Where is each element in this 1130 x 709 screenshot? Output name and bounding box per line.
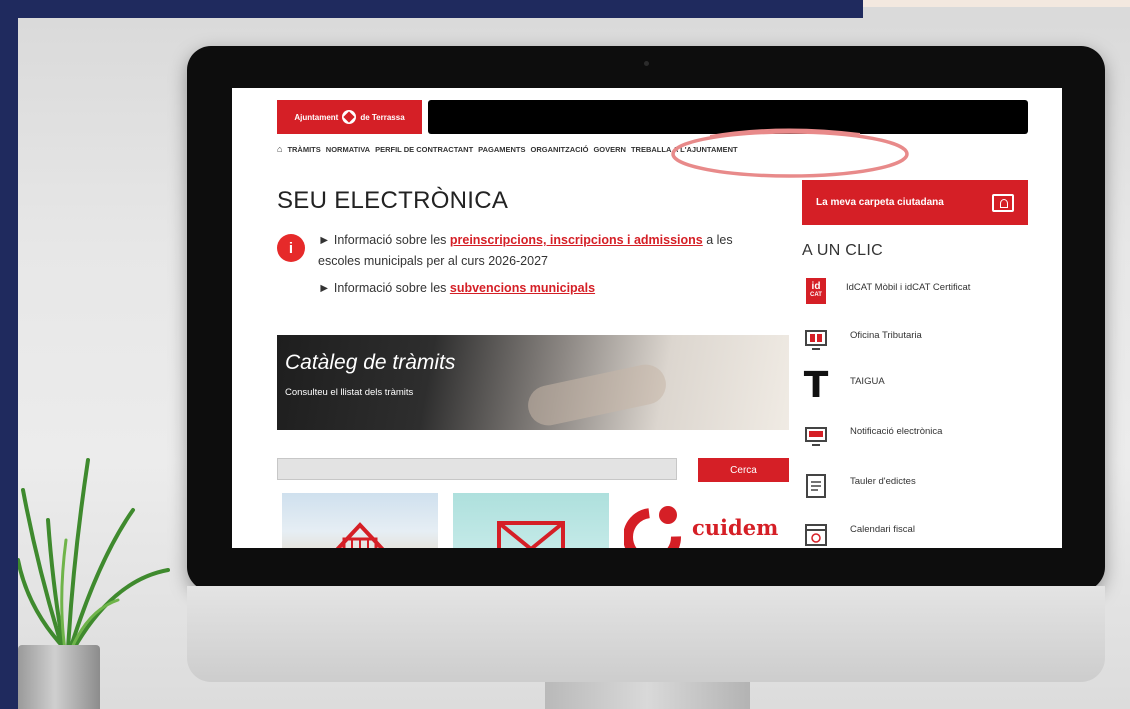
idcat-icon: id CAT [806, 278, 826, 304]
clic-item-label: IdCAT Mòbil i idCAT Certificat [846, 282, 971, 293]
info-preinscripcions: ► Informació sobre les preinscripcions, … [318, 230, 778, 272]
banner-photo [524, 360, 670, 430]
search-button[interactable]: Cerca [698, 458, 789, 482]
a-un-clic-heading: A UN CLIC [802, 242, 883, 259]
banner-title: Catàleg de tràmits [285, 351, 456, 374]
monitor-chin [187, 586, 1105, 682]
site-logo[interactable]: Ajuntament de Terrassa [277, 100, 422, 134]
clic-item-calendari-fiscal[interactable]: Calendari fiscal [802, 520, 915, 548]
cuidem-logo-icon [624, 506, 681, 548]
beige-frame [863, 0, 1130, 7]
clic-item-notificacio[interactable]: Notificació electrònica [802, 422, 942, 450]
monitor-stand [545, 682, 750, 709]
info-text: ► Informació sobre les [318, 233, 450, 247]
building-icon [335, 522, 385, 548]
clic-item-label: TAIGUA [850, 376, 885, 387]
info-icon: i [277, 234, 305, 262]
website-screen: Ajuntament de Terrassa ⌂ TRÀMITS NORMATI… [232, 88, 1062, 548]
carpeta-ciutadana-button[interactable]: La meva carpeta ciutadana [802, 180, 1028, 225]
logo-text-left: Ajuntament [294, 112, 339, 122]
clic-item-idcat[interactable]: id CAT IdCAT Mòbil i idCAT Certificat [802, 278, 970, 304]
nav-item-govern[interactable]: GOVERN [593, 145, 626, 154]
info-text: ► Informació sobre les [318, 281, 450, 295]
taigua-icon: T [803, 365, 829, 406]
info-subvencions: ► Informació sobre les subvencions munic… [318, 278, 778, 299]
webcam [644, 61, 649, 66]
clic-item-label: Notificació electrònica [850, 426, 943, 437]
carpeta-label: La meva carpeta ciutadana [816, 197, 944, 208]
nav-item-organitzacio[interactable]: ORGANITZACIÓ [531, 145, 589, 154]
nav-item-pagaments[interactable]: PAGAMENTS [478, 145, 525, 154]
envelope-icon [497, 521, 565, 548]
notification-icon [802, 422, 830, 450]
tile-building[interactable] [282, 493, 438, 548]
clic-item-taigua[interactable]: T TAIGUA [802, 365, 885, 406]
plant-pot [18, 645, 100, 709]
main-nav: ⌂ TRÀMITS NORMATIVA PERFIL DE CONTRACTAN… [277, 144, 738, 154]
coat-of-arms-icon [342, 110, 357, 124]
navy-frame [0, 0, 863, 18]
nav-item-tramits[interactable]: TRÀMITS [287, 145, 320, 154]
preinscripcions-link[interactable]: preinscripcions, inscripcions i admissio… [450, 233, 703, 247]
nav-item-normativa[interactable]: NORMATIVA [326, 145, 370, 154]
edicts-board-icon [802, 472, 830, 500]
clic-item-label: Tauler d'edictes [850, 476, 916, 487]
nav-item-perfil-contractant[interactable]: PERFIL DE CONTRACTANT [375, 145, 473, 154]
subvencions-link[interactable]: subvencions municipals [450, 281, 595, 295]
folder-person-icon [992, 193, 1014, 212]
search-input[interactable] [277, 458, 677, 480]
tile-cuidem[interactable]: cuidem [624, 493, 780, 548]
clic-item-oficina-tributaria[interactable]: Oficina Tributaria [802, 326, 922, 354]
clic-item-tauler-edictes[interactable]: Tauler d'edictes [802, 472, 916, 500]
tramits-catalog-banner[interactable]: Catàleg de tràmits Consulteu el llistat … [277, 335, 789, 430]
page-title: SEU ELECTRÒNICA [277, 187, 509, 214]
tax-office-icon [802, 326, 830, 354]
calendar-icon [802, 520, 830, 548]
logo-text-right: de Terrassa [360, 112, 405, 122]
cuidem-text: cuidem [692, 515, 779, 540]
clic-item-label: Calendari fiscal [850, 524, 915, 535]
home-icon[interactable]: ⌂ [277, 144, 282, 154]
banner-subtitle: Consulteu el llistat dels tràmits [285, 387, 414, 398]
tile-mail[interactable] [453, 493, 609, 548]
clic-item-label: Oficina Tributaria [850, 330, 922, 341]
highlight-circle [671, 128, 909, 178]
